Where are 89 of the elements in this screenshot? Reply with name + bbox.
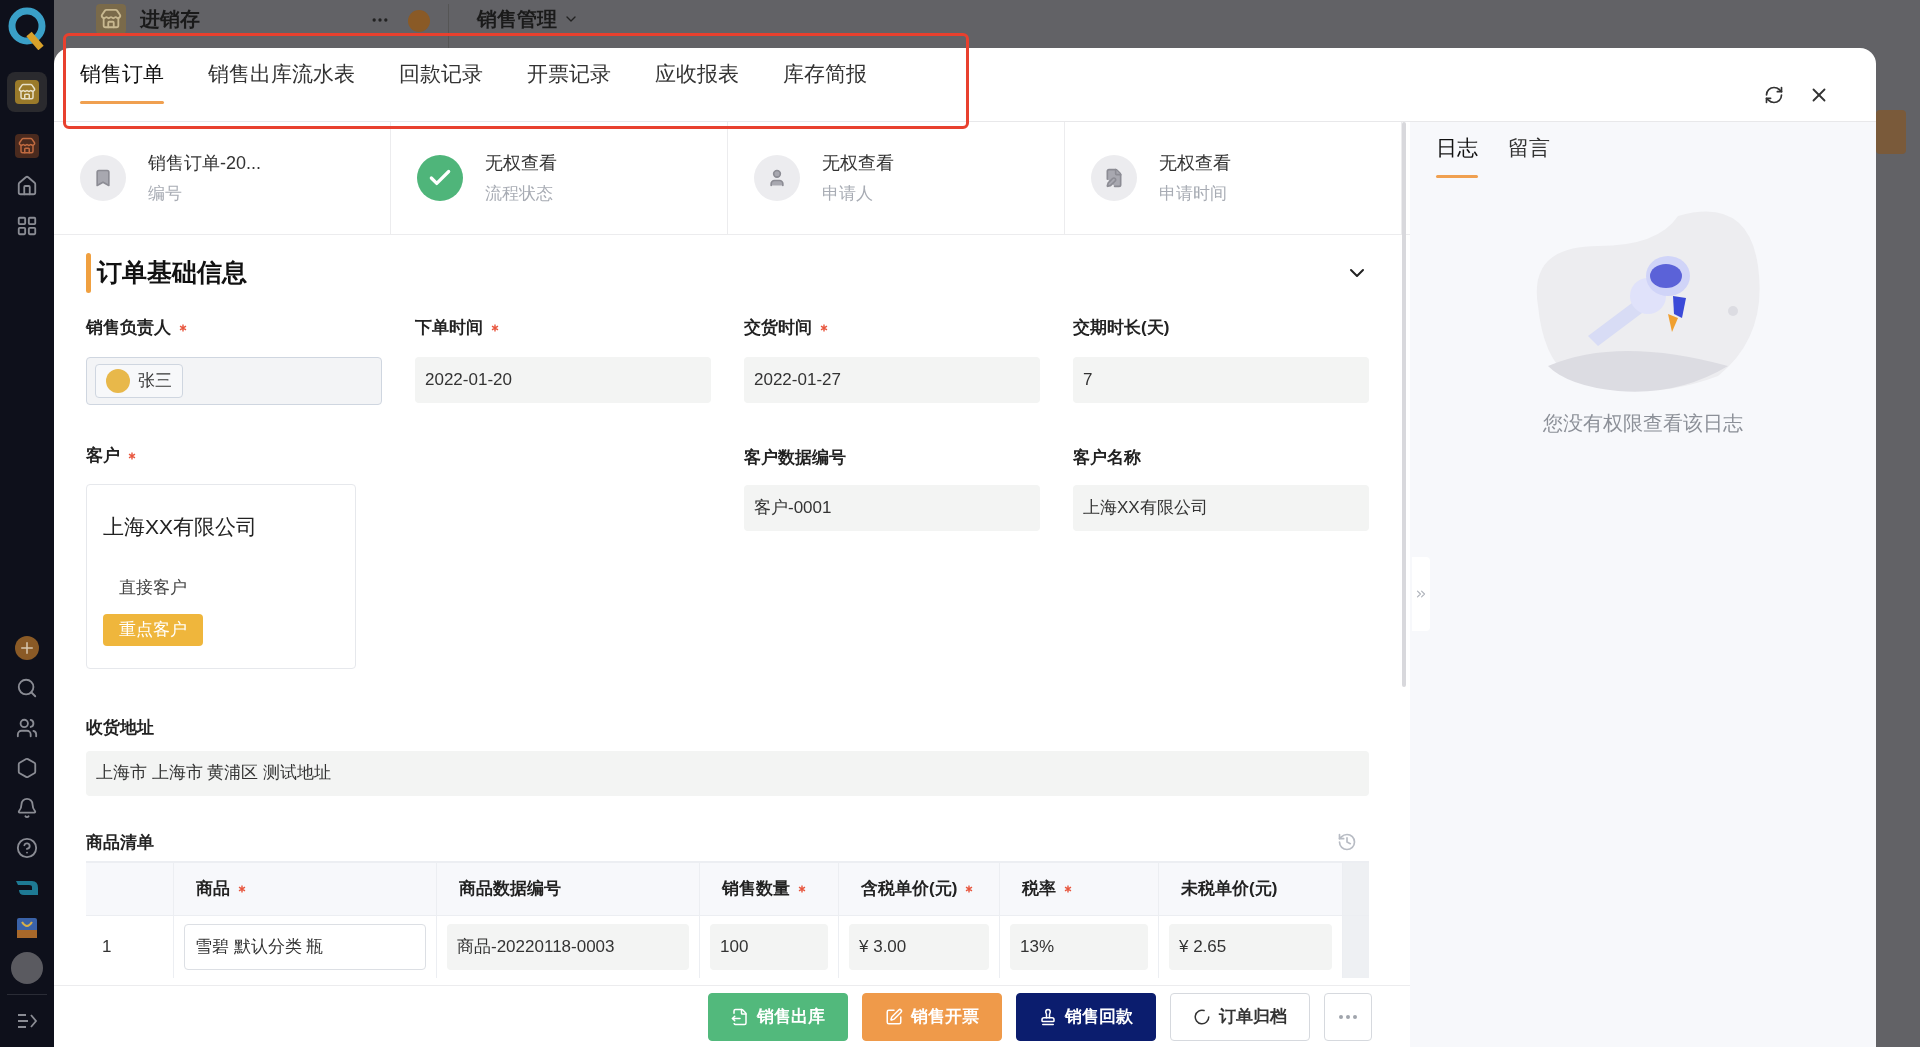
- bookmark-icon: [80, 155, 126, 201]
- field-label: 收货地址: [86, 717, 155, 739]
- chevrons-right-icon: [1414, 587, 1428, 601]
- user-avatar: [106, 369, 130, 393]
- bell-icon[interactable]: [16, 797, 38, 819]
- summary-value: 无权查看: [822, 151, 894, 175]
- column-header: 未税单价(元): [1181, 878, 1278, 901]
- table-cell[interactable]: 雪碧 默认分类 瓶: [184, 924, 426, 970]
- loading-icon: [1193, 1007, 1211, 1026]
- tab[interactable]: 销售订单: [80, 58, 164, 104]
- shopping-bag-icon[interactable]: [15, 916, 39, 940]
- field-value[interactable]: 7: [1073, 357, 1369, 403]
- column-header: 税率: [1022, 878, 1056, 901]
- refresh-icon[interactable]: [1764, 85, 1784, 105]
- column-header: 销售数量: [722, 878, 790, 901]
- summary-label: 申请人: [822, 182, 874, 205]
- tab[interactable]: 应收报表: [655, 58, 739, 104]
- customer-type: 直接客户: [119, 576, 188, 599]
- field-label: 客户数据编号: [744, 447, 847, 467]
- column-header: 商品: [196, 878, 230, 901]
- store-icon[interactable]: [15, 80, 39, 104]
- tab[interactable]: 销售出库流水表: [208, 58, 355, 104]
- grid-icon[interactable]: [16, 215, 38, 237]
- row-index: 1: [86, 916, 174, 978]
- table-cell: 13%: [1010, 924, 1148, 970]
- search-icon[interactable]: [16, 677, 38, 699]
- customer-name: 上海XX有限公司: [103, 514, 258, 540]
- field-label: 交期时长(天): [1073, 317, 1170, 340]
- field-value[interactable]: 2022-01-27: [744, 357, 1040, 403]
- user-name: 张三: [138, 370, 172, 393]
- summary-value: 销售订单-20...: [148, 151, 262, 175]
- stamp-icon: [1039, 1007, 1057, 1026]
- section-accent-bar: [86, 253, 91, 293]
- goods-title: 商品清单: [86, 831, 154, 854]
- collapse-handle[interactable]: [1412, 557, 1430, 631]
- table-cell: ¥ 2.65: [1169, 924, 1332, 970]
- user-avatar[interactable]: [11, 952, 43, 984]
- summary-value: 无权查看: [485, 151, 557, 175]
- field-value[interactable]: 上海XX有限公司: [1073, 485, 1369, 531]
- store-icon[interactable]: [15, 134, 39, 158]
- summary-label: 申请时间: [1159, 182, 1228, 205]
- section-title: 订单基础信息: [97, 257, 247, 289]
- field-label: 客户: [86, 445, 120, 468]
- table-cell: 100: [710, 924, 828, 970]
- field-label: 交货时间: [744, 317, 812, 340]
- table-cell: ¥ 3.00: [849, 924, 989, 970]
- tab[interactable]: 日志: [1436, 132, 1478, 178]
- column-header: 含税单价(元): [861, 878, 958, 901]
- field-label: 下单时间: [415, 317, 483, 340]
- field-value[interactable]: 2022-01-20: [415, 357, 711, 403]
- address-field[interactable]: 上海市 上海市 黄浦区 测试地址: [86, 750, 1369, 796]
- summary-label: 编号: [148, 182, 183, 205]
- tab[interactable]: 开票记录: [527, 58, 611, 104]
- check-icon: [417, 155, 463, 201]
- module-title: 销售管理: [477, 7, 557, 32]
- app-title: 进销存: [140, 7, 200, 32]
- users-icon[interactable]: [16, 717, 38, 739]
- summary-value: 无权查看: [1159, 151, 1231, 175]
- more-icon: [1339, 1014, 1357, 1019]
- empty-message: 您没有权限查看该日志: [1543, 411, 1743, 436]
- person-icon: [754, 155, 800, 201]
- background-card: [1876, 110, 1906, 154]
- help-icon[interactable]: [16, 837, 38, 859]
- store-icon[interactable]: [96, 4, 126, 34]
- field-label: 销售负责人: [86, 317, 171, 340]
- action-button[interactable]: 订单归档: [1170, 992, 1310, 1041]
- column-header: 商品数据编号: [459, 878, 561, 901]
- logo-icon[interactable]: [7, 6, 47, 50]
- add-icon[interactable]: [15, 636, 39, 660]
- action-button[interactable]: 销售回款: [1016, 992, 1156, 1041]
- field-value[interactable]: 客户-0001: [744, 485, 1040, 531]
- tab[interactable]: 留言: [1508, 132, 1550, 178]
- scrollbar[interactable]: [1402, 122, 1406, 687]
- tab[interactable]: 库存简报: [783, 58, 867, 104]
- user-picker[interactable]: 张三: [86, 357, 382, 405]
- table-cell: 商品-20220118-0003: [447, 924, 689, 970]
- edit-icon: [885, 1007, 903, 1026]
- app-logo-icon[interactable]: [14, 878, 40, 898]
- home-icon[interactable]: [16, 175, 38, 197]
- customer-card[interactable]: 上海XX有限公司 直接客户 重点客户: [86, 484, 356, 669]
- user-chip[interactable]: 张三: [95, 364, 183, 398]
- field-label: 客户名称: [1073, 447, 1142, 467]
- tab[interactable]: 回款记录: [399, 58, 483, 104]
- expand-sidebar-icon[interactable]: [16, 1012, 38, 1030]
- file-export-icon: [731, 1007, 749, 1026]
- settings-icon[interactable]: [16, 757, 38, 779]
- customer-tag: 重点客户: [103, 614, 203, 646]
- note-icon: [1091, 155, 1137, 201]
- summary-label: 流程状态: [485, 182, 554, 205]
